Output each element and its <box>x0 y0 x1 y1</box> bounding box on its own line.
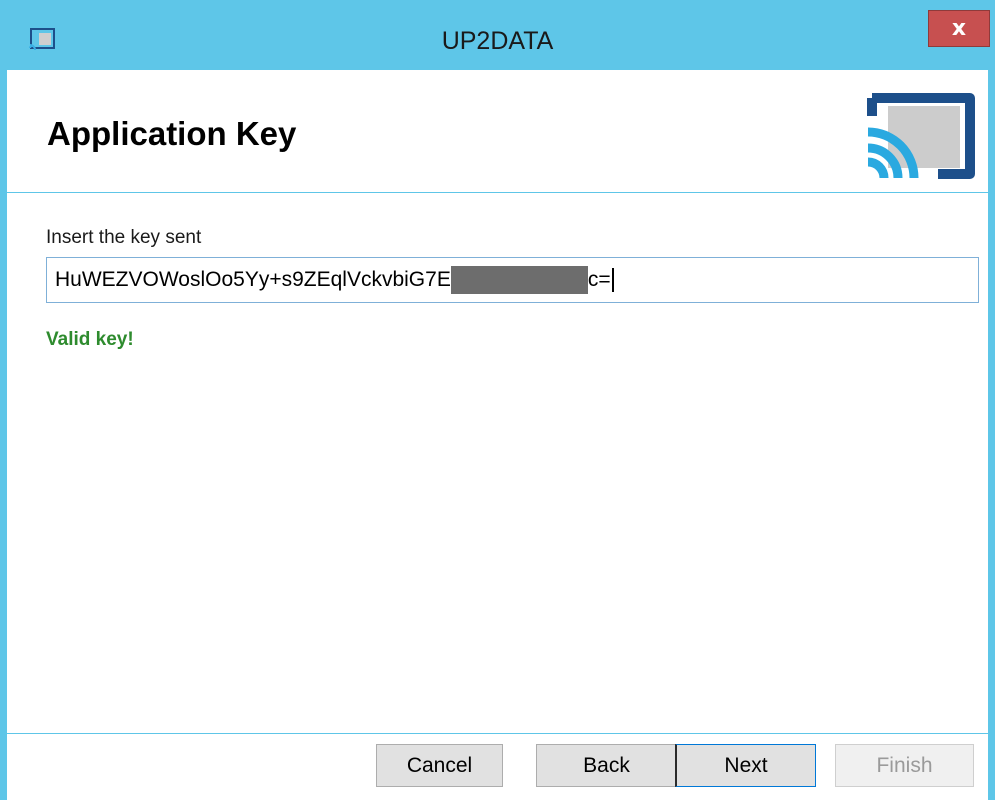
finish-button[interactable]: Finish <box>835 744 974 787</box>
cancel-button[interactable]: Cancel <box>376 744 503 787</box>
next-button[interactable]: Next <box>675 744 816 787</box>
text-caret <box>611 268 614 292</box>
key-value-end: c= <box>587 268 611 291</box>
wizard-content: Insert the key sent HuWEZVOWoslOo5Yy+s9Z… <box>7 193 988 733</box>
up2data-logo-icon <box>867 93 975 179</box>
page-title: Application Key <box>47 115 297 152</box>
application-key-input[interactable]: HuWEZVOWoslOo5Yy+s9ZEqlVckvbiG7E c= <box>46 257 979 303</box>
close-button[interactable]: x <box>928 10 990 47</box>
installer-window: UP2DATA x Application Key Insert the key… <box>0 0 995 801</box>
redaction-block <box>450 266 588 294</box>
validation-message: Valid key! <box>46 329 134 350</box>
key-value-start: HuWEZVOWoslOo5Yy+s9ZEqlVckvbiG7E <box>55 268 451 291</box>
back-button[interactable]: Back <box>536 744 677 787</box>
window-title: UP2DATA <box>441 27 554 55</box>
wizard-header: Application Key <box>7 70 988 193</box>
title-bar[interactable]: UP2DATA x <box>0 0 995 70</box>
wizard-footer: Cancel Back Next Finish <box>7 733 988 801</box>
key-field-label: Insert the key sent <box>46 227 202 248</box>
close-icon: x <box>951 16 967 41</box>
